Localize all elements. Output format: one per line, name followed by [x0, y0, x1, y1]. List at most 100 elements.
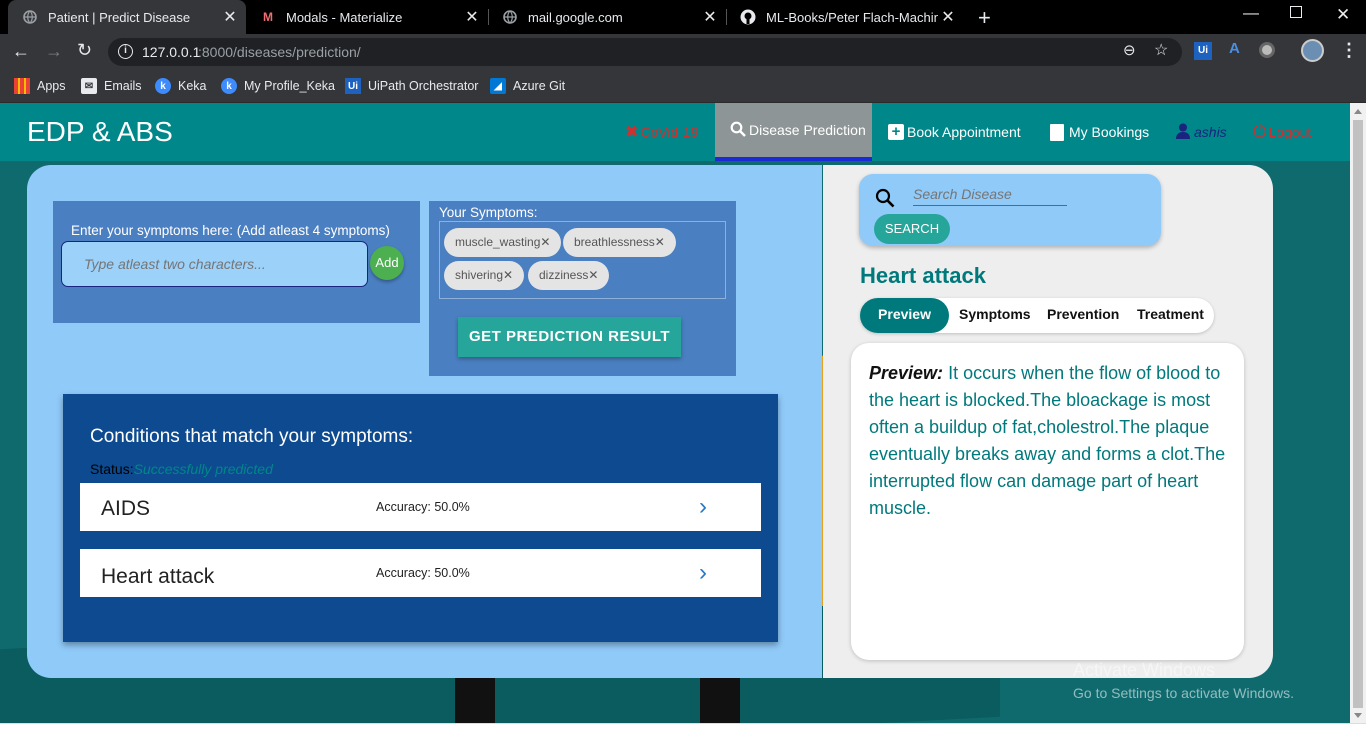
close-tab-icon[interactable]: ✕	[220, 7, 240, 27]
disease-detail-content: Preview: It occurs when the flow of bloo…	[851, 343, 1244, 660]
get-prediction-button[interactable]: GET PREDICTION RESULT	[458, 317, 681, 357]
close-icon[interactable]: ✕	[503, 268, 513, 282]
condition-accuracy: Accuracy: 50.0%	[376, 500, 470, 514]
close-tab-icon[interactable]: ✕	[462, 7, 482, 27]
close-icon[interactable]: ✕	[588, 268, 598, 282]
chevron-right-icon[interactable]: ›	[699, 559, 707, 587]
disease-info-card: SEARCH Heart attack Preview Symptoms Pre…	[823, 165, 1273, 678]
condition-name: AIDS	[101, 497, 151, 520]
prediction-card: Enter your symptoms here: (Add atleast 4…	[27, 165, 822, 678]
bookmark-emails[interactable]: ✉ Emails	[81, 78, 142, 94]
chevron-right-icon[interactable]: ›	[699, 493, 707, 521]
browser-tab[interactable]: mail.google.com ✕	[488, 0, 726, 34]
bookmark-keka[interactable]: k Keka	[155, 78, 207, 94]
uipath-extension-icon[interactable]: Ui	[1194, 42, 1212, 60]
zoom-icon[interactable]: ⊖	[1123, 41, 1136, 59]
chip-label: muscle_wasting	[455, 235, 541, 249]
nav-book-appointment[interactable]: + Book Appointment	[888, 103, 1021, 161]
scroll-up-icon[interactable]	[1354, 109, 1362, 114]
book-icon	[1050, 123, 1064, 141]
profile-avatar[interactable]	[1301, 39, 1324, 62]
tab-treatment[interactable]: Treatment	[1137, 298, 1204, 333]
tab-title: ML-Books/Peter Flach-Machine L	[766, 9, 938, 25]
bookmark-label: Keka	[178, 79, 207, 93]
tab-title: mail.google.com	[528, 9, 623, 25]
symptom-input[interactable]	[61, 241, 368, 287]
close-icon[interactable]: ✕	[540, 235, 550, 249]
disease-search-input[interactable]	[913, 182, 1067, 206]
tab-title: Patient | Predict Disease	[48, 9, 191, 25]
nav-user[interactable]: ashis	[1176, 103, 1227, 161]
bookmark-apps[interactable]: Apps	[14, 78, 66, 94]
close-window-icon[interactable]: ✕	[1336, 5, 1350, 25]
disease-detail-tabs: Preview Symptoms Prevention Treatment	[860, 298, 1214, 333]
close-icon[interactable]: ✕	[655, 235, 665, 249]
tab-prevention[interactable]: Prevention	[1047, 298, 1119, 333]
new-tab-button[interactable]: +	[978, 5, 991, 31]
preview-body: It occurs when the flow of blood to the …	[869, 363, 1226, 518]
url-path: :8000/diseases/prediction/	[198, 44, 361, 60]
apps-grid-icon	[14, 78, 30, 94]
github-icon	[740, 9, 756, 25]
scroll-down-icon[interactable]	[1354, 713, 1362, 718]
disease-search-box: SEARCH	[859, 174, 1161, 246]
virus-icon: ✖	[625, 124, 639, 141]
condition-name: Heart attack	[101, 565, 215, 588]
watermark-subtitle: Go to Settings to activate Windows.	[1073, 685, 1294, 701]
forward-icon[interactable]: →	[45, 41, 63, 62]
menu-dots-icon[interactable]: ⋮	[1340, 40, 1358, 61]
close-tab-icon[interactable]: ✕	[938, 7, 958, 27]
address-bar[interactable]: i 127.0.0.1 :8000/diseases/prediction/ ⊖…	[108, 38, 1182, 66]
conditions-panel: Conditions that match your symptoms: Sta…	[63, 394, 778, 642]
search-disease-button[interactable]: SEARCH	[874, 214, 950, 244]
restore-icon[interactable]	[1290, 6, 1302, 18]
bookmark-uipath[interactable]: Ui UiPath Orchestrator	[345, 78, 478, 94]
nav-label: My Bookings	[1069, 124, 1150, 140]
chip-label: breathlessness	[574, 235, 655, 249]
tab-preview[interactable]: Preview	[860, 298, 949, 333]
plus-box-icon: +	[888, 124, 904, 140]
back-icon[interactable]: ←	[12, 41, 30, 62]
page-scrollbar[interactable]	[1350, 103, 1366, 723]
bookmark-label: My Profile_Keka	[244, 79, 336, 93]
bottom-edge	[0, 723, 1366, 739]
nav-disease-prediction[interactable]: Disease Prediction	[715, 103, 872, 161]
power-icon: ⏻	[1253, 122, 1267, 141]
preview-text: Preview: It occurs when the flow of bloo…	[869, 360, 1226, 522]
status-line: Status:Successfully predicted	[90, 461, 273, 477]
close-tab-icon[interactable]: ✕	[700, 7, 720, 27]
tab-symptoms[interactable]: Symptoms	[959, 298, 1031, 333]
browser-tab-strip: Patient | Predict Disease ✕ M Modals - M…	[0, 0, 1366, 34]
symptom-entry-label: Enter your symptoms here: (Add atleast 4…	[71, 223, 390, 238]
mail-icon: ✉	[81, 78, 97, 94]
star-icon[interactable]: ☆	[1154, 40, 1168, 60]
disease-title: Heart attack	[860, 263, 986, 288]
bookmark-azure-git[interactable]: ◢ Azure Git	[490, 78, 565, 94]
info-icon[interactable]: i	[118, 44, 133, 59]
condition-result-row[interactable]: Heart attack Accuracy: 50.0% ›	[80, 549, 761, 597]
minimize-icon[interactable]: —	[1243, 5, 1259, 23]
web-page: EDP & ABS ✖ CoVid-19 Disease Prediction …	[0, 103, 1350, 723]
tab-title: Modals - Materialize	[286, 9, 403, 25]
browser-toolbar: ← → ↻ i 127.0.0.1 :8000/diseases/predict…	[0, 34, 1366, 70]
scrollbar-thumb[interactable]	[1353, 120, 1363, 708]
brand-logo[interactable]: EDP & ABS	[27, 116, 173, 148]
reload-icon[interactable]: ↻	[77, 40, 92, 61]
browser-tab[interactable]: ML-Books/Peter Flach-Machine L ✕	[726, 0, 964, 34]
nav-my-bookings[interactable]: My Bookings	[1050, 103, 1149, 161]
browser-tab-active[interactable]: Patient | Predict Disease ✕	[8, 0, 246, 34]
nav-logout[interactable]: ⏻ Logout	[1253, 103, 1311, 161]
add-symptom-button[interactable]: Add	[370, 246, 404, 280]
bookmark-my-profile-keka[interactable]: k My Profile_Keka	[221, 78, 335, 94]
globe-icon	[502, 9, 518, 25]
extension-icon[interactable]	[1259, 42, 1275, 58]
nav-label: Book Appointment	[907, 124, 1021, 140]
extension-icon[interactable]: A	[1229, 40, 1240, 57]
nav-covid19[interactable]: ✖ CoVid-19	[625, 103, 699, 161]
condition-accuracy: Accuracy: 50.0%	[376, 566, 470, 580]
watermark-title: Activate Windows	[1073, 660, 1216, 680]
condition-result-row[interactable]: AIDS Accuracy: 50.0% ›	[80, 483, 761, 531]
background-art	[700, 673, 740, 723]
browser-tab[interactable]: M Modals - Materialize ✕	[246, 0, 488, 34]
symptom-chip: shivering✕	[444, 261, 525, 290]
